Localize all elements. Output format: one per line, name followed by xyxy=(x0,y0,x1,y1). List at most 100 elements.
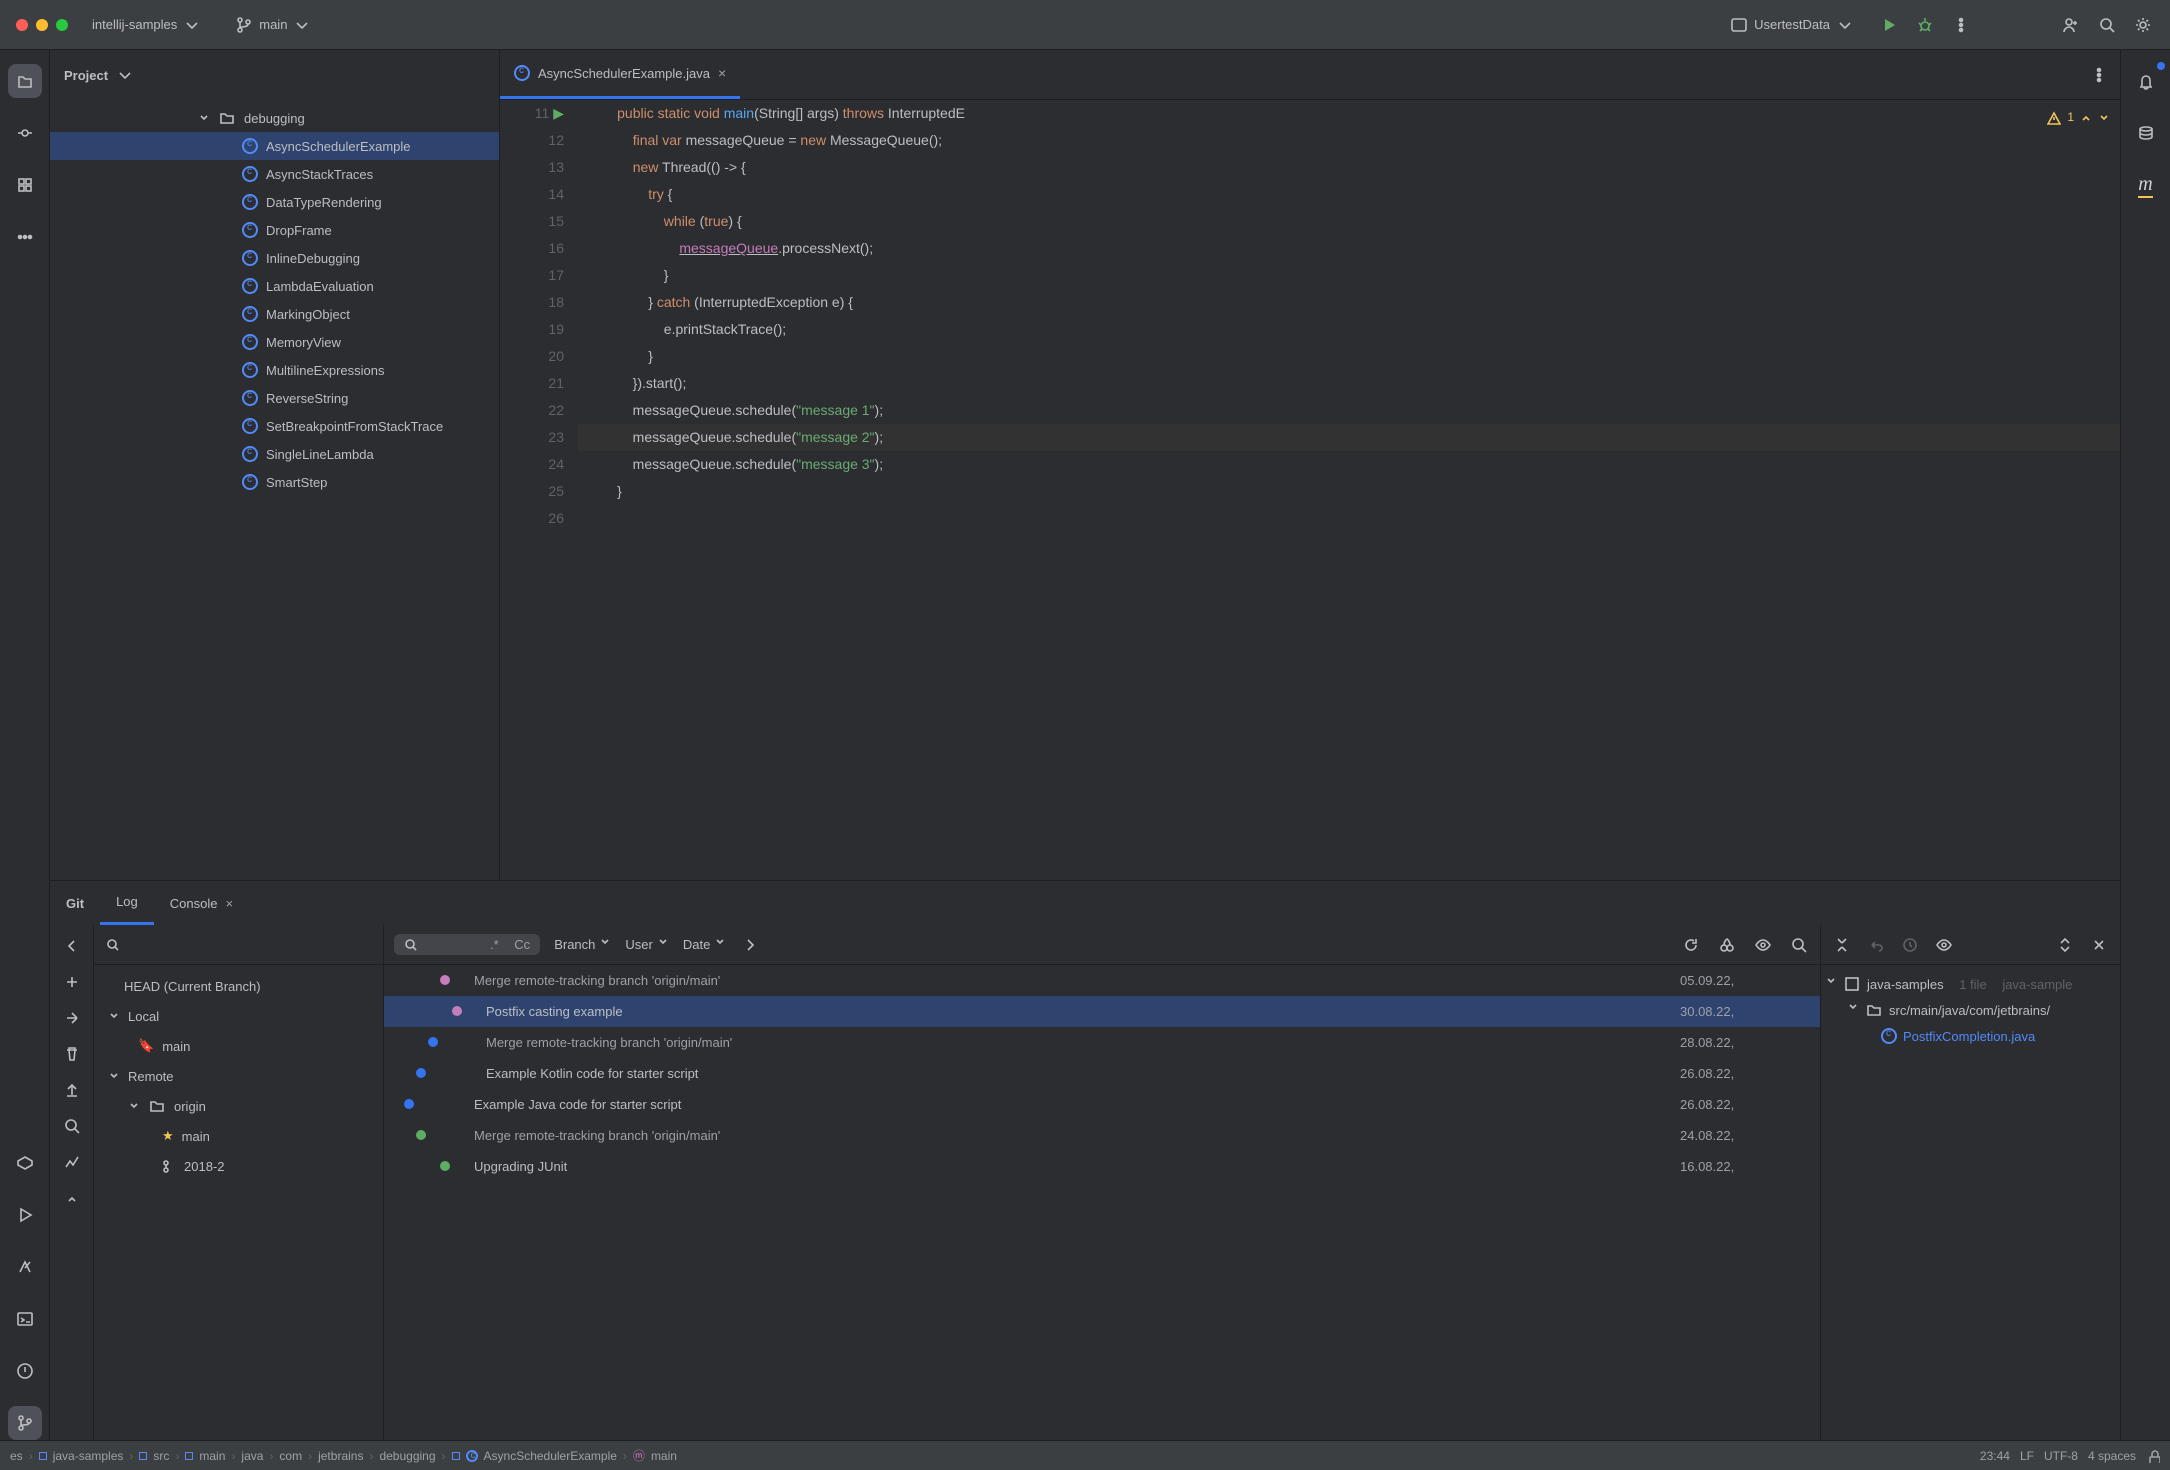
branch-filter[interactable]: Branch xyxy=(554,936,611,954)
class-icon xyxy=(242,278,258,294)
tree-item[interactable]: MemoryView xyxy=(50,328,499,356)
git-tab[interactable]: Git xyxy=(50,881,100,925)
changes-path[interactable]: src/main/java/com/jetbrains/ xyxy=(1825,997,2116,1023)
tree-item[interactable]: AsyncStackTraces xyxy=(50,160,499,188)
status-line-sep[interactable]: LF xyxy=(2020,1449,2034,1463)
terminal-tool-icon[interactable] xyxy=(8,1302,42,1336)
breadcrumb[interactable]: es› java-samples› src› main›java›com›jet… xyxy=(10,1447,677,1464)
problems-tool-icon[interactable] xyxy=(8,1354,42,1388)
commit-row[interactable]: Merge remote-tracking branch 'origin/mai… xyxy=(384,1027,1820,1058)
search-icon[interactable] xyxy=(2096,14,2118,36)
tree-item[interactable]: SingleLineLambda xyxy=(50,440,499,468)
commit-search[interactable]: .* Cc xyxy=(394,934,540,955)
project-tool-icon[interactable] xyxy=(8,64,42,98)
preview-diff-icon[interactable] xyxy=(1933,934,1955,956)
tree-item[interactable]: AsyncSchedulerExample xyxy=(50,132,499,160)
origin-main-branch[interactable]: ★main xyxy=(94,1121,383,1151)
settings-icon[interactable] xyxy=(2132,14,2154,36)
status-indent[interactable]: 4 spaces xyxy=(2088,1449,2136,1463)
maven-tool-icon[interactable]: m xyxy=(2129,168,2163,202)
commit-row[interactable]: Postfix casting example30.08.22, xyxy=(384,996,1820,1027)
status-encoding[interactable]: UTF-8 xyxy=(2044,1449,2078,1463)
chevron-down-icon xyxy=(293,16,311,34)
commit-row[interactable]: Merge remote-tracking branch 'origin/mai… xyxy=(384,965,1820,996)
expand-icon[interactable] xyxy=(61,1187,83,1209)
more-tools-icon[interactable] xyxy=(8,220,42,254)
tree-item[interactable]: DropFrame xyxy=(50,216,499,244)
close-tab-icon[interactable]: × xyxy=(718,65,726,81)
vcs-tool-icon[interactable] xyxy=(8,1406,42,1440)
expand-all-icon[interactable] xyxy=(2054,934,2076,956)
find-commit-icon[interactable] xyxy=(1788,934,1810,956)
remote-group[interactable]: Remote xyxy=(94,1061,383,1091)
local-group[interactable]: Local xyxy=(94,1001,383,1031)
branch-search[interactable] xyxy=(94,925,383,965)
changes-root[interactable]: java-samples 1 file java-sample xyxy=(1825,971,2116,997)
tree-item[interactable]: LambdaEvaluation xyxy=(50,272,499,300)
lock-icon[interactable] xyxy=(2146,1449,2160,1463)
date-filter[interactable]: Date xyxy=(683,936,726,954)
origin-group[interactable]: origin xyxy=(94,1091,383,1121)
tabs-more-icon[interactable] xyxy=(2078,50,2120,99)
chevron-down-icon[interactable] xyxy=(2098,112,2110,124)
back-icon[interactable] xyxy=(61,935,83,957)
collapse-diff-icon[interactable] xyxy=(1831,934,1853,956)
eye-icon[interactable] xyxy=(1752,934,1774,956)
commit-row[interactable]: Example Java code for starter script26.0… xyxy=(384,1089,1820,1120)
commit-row[interactable]: Upgrading JUnit16.08.22, xyxy=(384,1151,1820,1182)
tree-folder[interactable]: debugging xyxy=(50,104,499,132)
database-tool-icon[interactable] xyxy=(2129,116,2163,150)
fetch-icon[interactable] xyxy=(61,1079,83,1101)
case-toggle[interactable]: Cc xyxy=(514,937,530,952)
undo-icon[interactable] xyxy=(1865,934,1887,956)
commit-tool-icon[interactable] xyxy=(8,116,42,150)
delete-icon[interactable] xyxy=(61,1043,83,1065)
inspection-widget[interactable]: 1 xyxy=(2047,104,2110,131)
regex-toggle[interactable]: .* xyxy=(490,937,499,952)
tree-item[interactable]: MultilineExpressions xyxy=(50,356,499,384)
structure-tool-icon[interactable] xyxy=(8,168,42,202)
search-icon xyxy=(104,936,122,954)
tree-item[interactable]: ReverseString xyxy=(50,384,499,412)
services-tool-icon[interactable] xyxy=(8,1146,42,1180)
notifications-icon[interactable] xyxy=(2129,64,2163,98)
debug-button[interactable] xyxy=(1914,14,1936,36)
code-with-me-icon[interactable] xyxy=(2060,14,2082,36)
more-actions-button[interactable] xyxy=(1950,14,1972,36)
refresh-icon[interactable] xyxy=(1680,934,1702,956)
graph-icon[interactable] xyxy=(61,1151,83,1173)
editor-tab[interactable]: AsyncSchedulerExample.java × xyxy=(500,50,740,99)
history-icon[interactable] xyxy=(1899,934,1921,956)
project-selector[interactable]: intellij-samples xyxy=(82,12,211,38)
add-icon[interactable] xyxy=(61,971,83,993)
branch-selector[interactable]: main xyxy=(225,12,321,38)
tree-item[interactable]: DataTypeRendering xyxy=(50,188,499,216)
build-tool-icon[interactable] xyxy=(8,1250,42,1284)
run-button[interactable] xyxy=(1878,14,1900,36)
remote-branch[interactable]: 2018-2 xyxy=(94,1151,383,1181)
changed-file[interactable]: PostfixCompletion.java xyxy=(1825,1023,2116,1049)
tree-item[interactable]: SmartStep xyxy=(50,468,499,496)
forward-icon[interactable] xyxy=(740,934,762,956)
run-tool-icon[interactable] xyxy=(8,1198,42,1232)
branch-icon xyxy=(235,16,253,34)
local-main-branch[interactable]: 🔖main xyxy=(94,1031,383,1061)
checkout-icon[interactable] xyxy=(61,1007,83,1029)
chevron-up-icon[interactable] xyxy=(2080,112,2092,124)
head-branch[interactable]: HEAD (Current Branch) xyxy=(94,971,383,1001)
project-panel-header[interactable]: Project xyxy=(50,50,499,100)
find-icon[interactable] xyxy=(61,1115,83,1137)
console-tab[interactable]: Console× xyxy=(154,881,249,925)
run-config-selector[interactable]: UsertestData xyxy=(1720,12,1864,38)
user-filter[interactable]: User xyxy=(625,936,668,954)
close-icon[interactable]: × xyxy=(225,896,233,911)
commit-row[interactable]: Example Kotlin code for starter script26… xyxy=(384,1058,1820,1089)
commit-row[interactable]: Merge remote-tracking branch 'origin/mai… xyxy=(384,1120,1820,1151)
tree-item[interactable]: SetBreakpointFromStackTrace xyxy=(50,412,499,440)
log-tab[interactable]: Log xyxy=(100,881,154,925)
tree-item[interactable]: InlineDebugging xyxy=(50,244,499,272)
close-panel-icon[interactable] xyxy=(2088,934,2110,956)
window-controls[interactable] xyxy=(16,19,68,31)
tree-item[interactable]: MarkingObject xyxy=(50,300,499,328)
cherry-pick-icon[interactable] xyxy=(1716,934,1738,956)
